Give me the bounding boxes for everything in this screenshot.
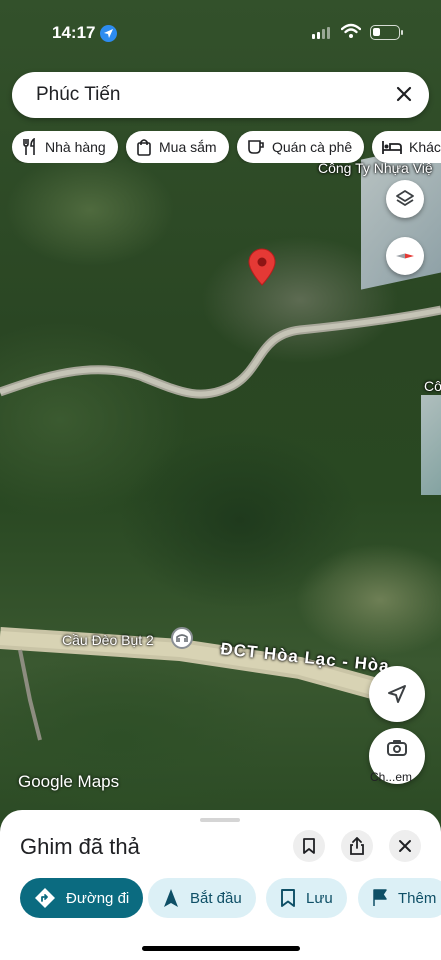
bookmark-icon — [303, 838, 315, 854]
search-query[interactable]: Phúc Tiến — [36, 84, 121, 106]
my-location-button[interactable] — [369, 666, 425, 722]
clear-search-icon[interactable] — [393, 83, 415, 105]
close-icon — [399, 840, 411, 852]
navigation-arrow-icon — [388, 685, 406, 703]
share-icon — [350, 837, 364, 855]
shopping-bag-icon — [137, 139, 151, 156]
chip-restaurants[interactable]: Nhà hàng — [12, 131, 118, 163]
chip-label: Quán cà phê — [272, 139, 353, 155]
navigation-arrow-icon — [164, 889, 178, 907]
compass-button[interactable] — [386, 237, 424, 275]
coffee-cup-icon — [248, 140, 264, 154]
chip-label: Nhà hàng — [45, 139, 106, 155]
more-label: Thêm — [398, 889, 437, 907]
camera-icon — [387, 740, 407, 756]
status-time: 14:17 — [52, 23, 96, 42]
bridge-label: Cầu Đèo Bụt 2 — [62, 632, 154, 648]
directions-label: Đường đi — [66, 889, 130, 907]
place-bottom-sheet[interactable]: Ghim đã thả Đường đi Bắt đầu Lưu Thêm — [0, 810, 441, 960]
map-view[interactable]: Công Ty Nhựa Việ Cô Cầu Đèo Bụt 2 ĐCT Hò… — [0, 0, 441, 830]
street-view-label: Ch...em — [370, 770, 413, 784]
compass-icon — [396, 253, 414, 259]
right-edge-label: Cô — [424, 378, 441, 394]
wifi-icon — [341, 23, 361, 38]
search-bar[interactable]: Phúc Tiến — [12, 72, 429, 118]
home-indicator[interactable] — [142, 946, 300, 951]
start-label: Bắt đầu — [190, 889, 242, 907]
sheet-drag-handle[interactable] — [200, 818, 240, 822]
save-label: Lưu — [306, 889, 333, 907]
chip-coffee[interactable]: Quán cà phê — [237, 131, 365, 163]
save-button[interactable]: Lưu — [266, 878, 347, 918]
status-bar: 14:17 — [0, 20, 441, 46]
sheet-title: Ghim đã thả — [20, 834, 140, 859]
dropped-pin-icon[interactable] — [248, 248, 276, 291]
bookmark-icon — [281, 889, 295, 907]
chip-hotels[interactable]: Khách — [372, 131, 441, 163]
start-button[interactable]: Bắt đầu — [148, 878, 256, 918]
cellular-signal-icon — [312, 27, 330, 39]
directions-icon — [35, 888, 55, 908]
layers-icon — [396, 190, 414, 206]
bed-icon — [382, 141, 402, 154]
chip-label: Khách — [409, 139, 441, 155]
close-sheet-button[interactable] — [389, 830, 421, 862]
google-maps-logo: Google Maps — [18, 772, 120, 791]
chip-shopping[interactable]: Mua sắm — [126, 131, 229, 163]
layers-button[interactable] — [386, 180, 424, 218]
fork-knife-icon — [23, 138, 35, 155]
more-button[interactable]: Thêm — [358, 878, 441, 918]
battery-icon — [370, 25, 403, 40]
chip-label: Mua sắm — [159, 139, 217, 155]
share-button[interactable] — [341, 830, 373, 862]
flag-icon — [373, 889, 387, 906]
category-chips: Nhà hàng Mua sắm Quán cà phê Khách — [12, 131, 441, 163]
location-services-icon — [100, 25, 117, 42]
directions-button[interactable]: Đường đi — [20, 878, 144, 918]
bridge-icon[interactable] — [171, 627, 193, 649]
bookmark-button[interactable] — [293, 830, 325, 862]
